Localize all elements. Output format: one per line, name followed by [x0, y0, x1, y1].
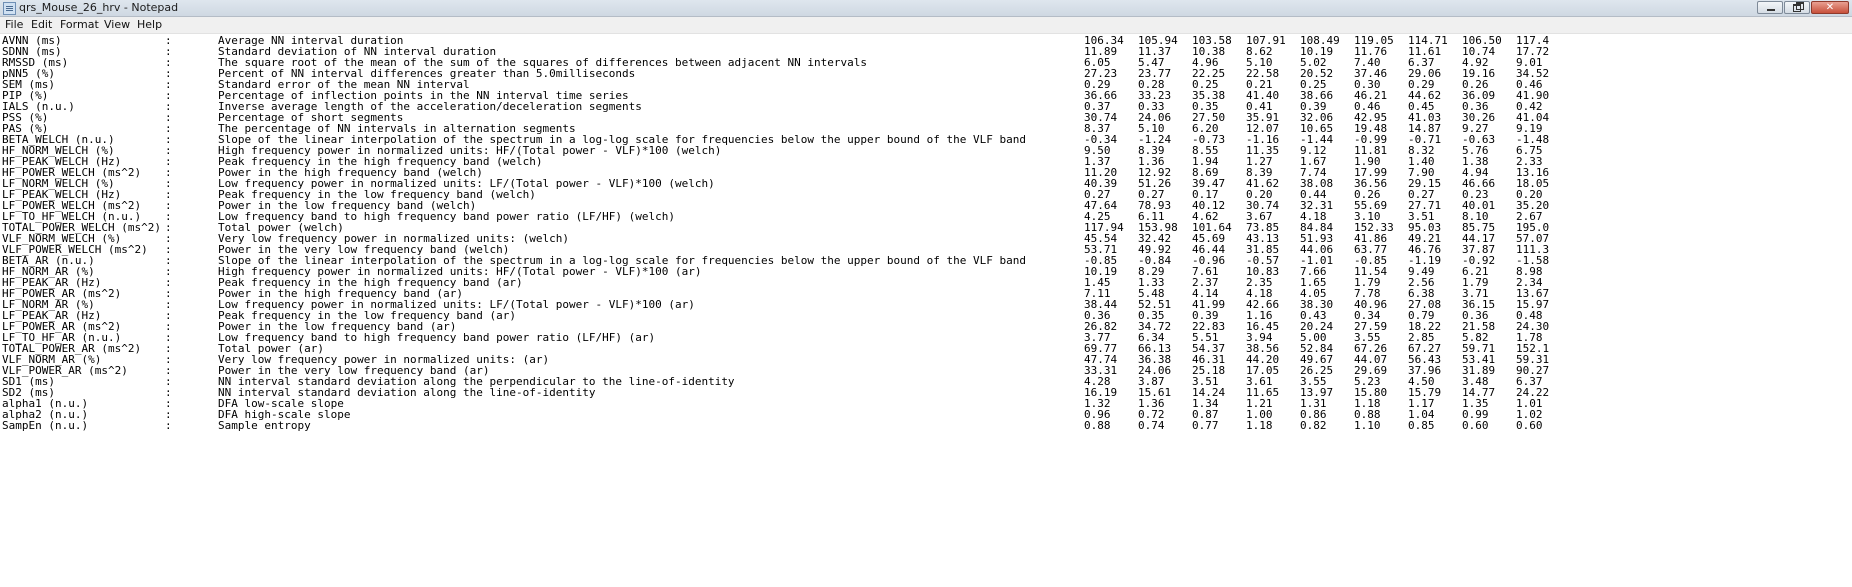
menu-format[interactable]: Format: [60, 18, 99, 32]
close-button[interactable]: [1811, 1, 1849, 14]
metric-value: 0.74: [1138, 419, 1165, 432]
metric-value: 0.85: [1408, 419, 1435, 432]
metric-value: 1.18: [1246, 419, 1273, 432]
menu-bar: File Edit Format View Help: [0, 17, 1852, 34]
menu-help[interactable]: Help: [137, 18, 162, 32]
menu-file[interactable]: File: [5, 18, 23, 32]
menu-view[interactable]: View: [104, 18, 130, 32]
metric-value: 0.60: [1462, 419, 1489, 432]
metric-value: 0.60: [1516, 419, 1543, 432]
title-bar: qrs_Mouse_26_hrv - Notepad: [0, 0, 1852, 17]
metric-value: 1.10: [1354, 419, 1381, 432]
minimize-button[interactable]: [1757, 1, 1783, 14]
text-editor-area[interactable]: AVNN (ms): Average NN interval duration 10…: [0, 34, 1852, 587]
menu-edit[interactable]: Edit: [31, 18, 52, 32]
metric-description: Sample entropy: [218, 419, 311, 432]
metric-value: 0.88: [1084, 419, 1111, 432]
metric-name: SampEn (n.u.): [2, 419, 89, 432]
window-title: qrs_Mouse_26_hrv - Notepad: [19, 1, 179, 14]
metric-value: 0.77: [1192, 419, 1219, 432]
metric-value: 0.82: [1300, 419, 1327, 432]
restore-button[interactable]: [1784, 1, 1810, 14]
notepad-icon: [3, 2, 16, 15]
separator: :: [165, 419, 172, 432]
